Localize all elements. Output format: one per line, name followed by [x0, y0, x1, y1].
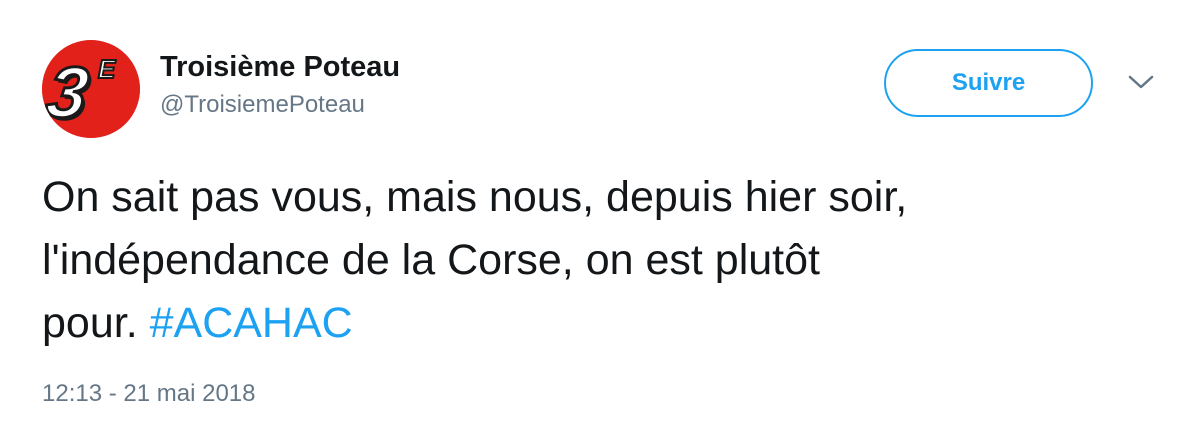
author-handle[interactable]: @TroisiemePoteau — [160, 90, 400, 120]
troisieme-poteau-logo-icon: 3 3 E — [42, 40, 140, 138]
tweet-text-line-2: l'indépendance de la Corse, on est plutô… — [42, 236, 820, 284]
chevron-down-icon[interactable] — [1128, 72, 1154, 92]
tweet-text: On sait pas vous, mais nous, depuis hier… — [42, 166, 1172, 355]
hashtag-link[interactable]: #ACAHAC — [150, 299, 353, 347]
svg-text:E: E — [98, 54, 116, 84]
follow-button[interactable]: Suivre — [884, 49, 1093, 117]
author-name[interactable]: Troisième Poteau — [160, 50, 400, 84]
avatar[interactable]: 3 3 E — [42, 40, 140, 138]
tweet-timestamp[interactable]: 12:13 - 21 mai 2018 — [42, 380, 255, 408]
tweet-text-line-1: On sait pas vous, mais nous, depuis hier… — [42, 173, 908, 221]
author-block[interactable]: Troisième Poteau @TroisiemePoteau — [160, 50, 400, 120]
tweet-text-line-3: pour. — [42, 299, 150, 347]
tweet-card: 3 3 E Troisième Poteau @TroisiemePoteau … — [0, 0, 1196, 436]
